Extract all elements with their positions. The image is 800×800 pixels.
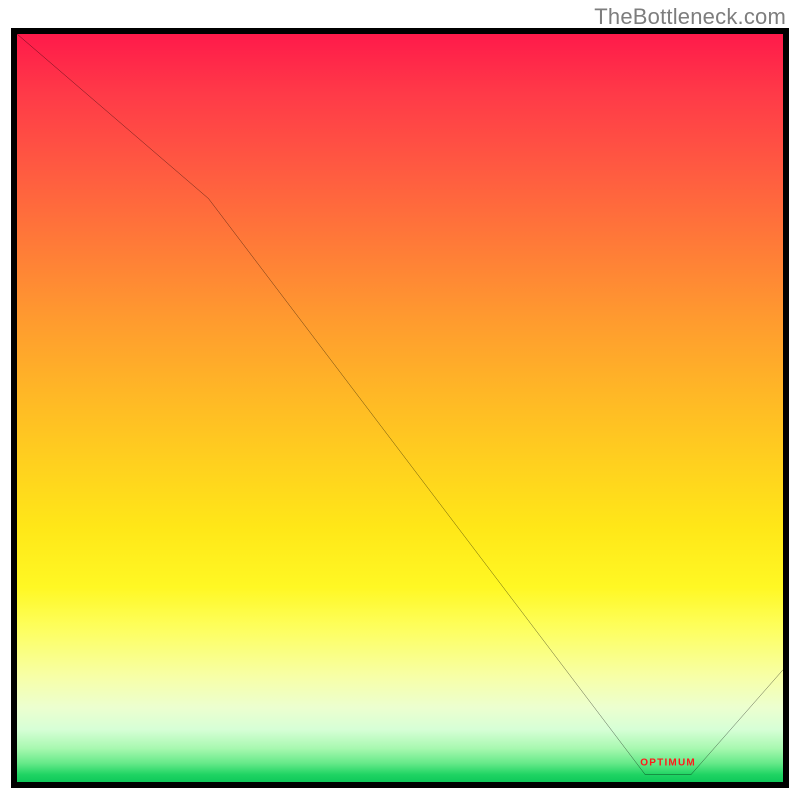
bottleneck-curve [17,34,783,782]
chart-stage: TheBottleneck.com OPTIMUM [0,0,800,800]
plot-area: OPTIMUM [17,34,783,782]
watermark-text: TheBottleneck.com [594,4,786,30]
optimum-annotation: OPTIMUM [640,758,696,769]
plot-frame: OPTIMUM [11,28,789,788]
